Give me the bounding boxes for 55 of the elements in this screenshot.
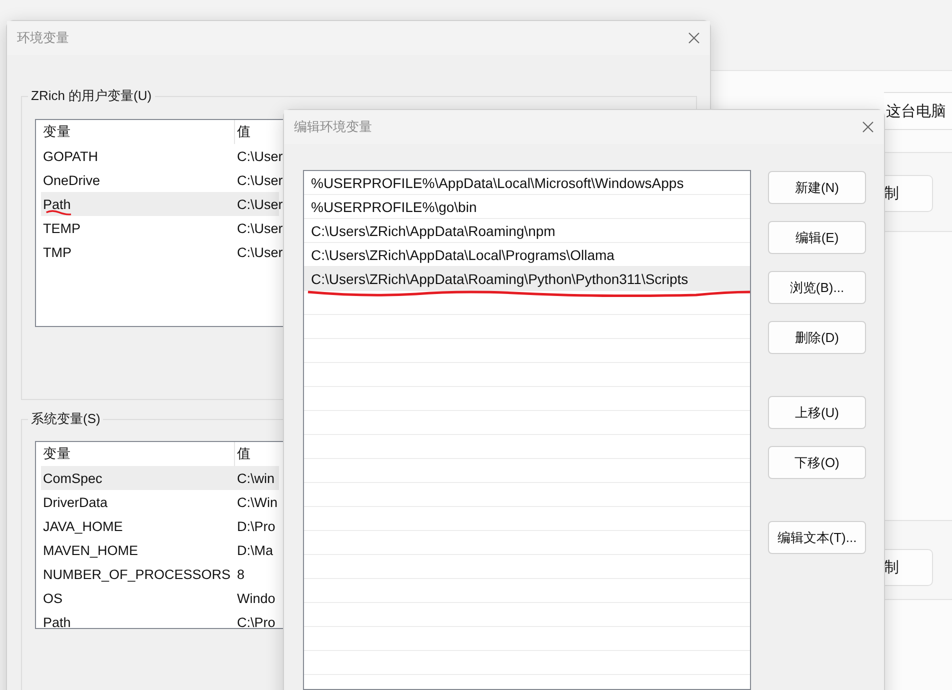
variable-name: TMP	[42, 244, 72, 260]
group-label: 系统变量(S)	[28, 410, 104, 428]
variable-value: D:\Ma	[236, 542, 274, 558]
column-header[interactable]: 值	[235, 442, 279, 466]
group-label: ZRich 的用户变量(U)	[28, 87, 155, 105]
variable-name: Path	[42, 614, 72, 628]
path-text: C:\Users\ZRich\AppData\Roaming\npm	[311, 222, 556, 238]
action-button[interactable]: 编辑文本(T)...	[768, 521, 866, 554]
variable-name: Path	[42, 196, 72, 212]
variable-value: C:\User	[236, 244, 283, 260]
variable-value: Windo	[236, 590, 276, 606]
variable-value: C:\User	[236, 148, 283, 164]
variable-name: NUMBER_OF_PROCESSORS	[42, 566, 232, 582]
window-title: 环境变量	[17, 29, 69, 47]
variable-row[interactable]: DriverData C:\Win	[41, 490, 279, 514]
variable-value: C:\Pro	[236, 614, 276, 628]
variable-row[interactable]: OS Windo	[41, 586, 279, 610]
column-header[interactable]: 值	[235, 120, 279, 144]
path-text: %USERPROFILE%\AppData\Local\Microsoft\WindowsApps	[311, 174, 684, 190]
variable-value: C:\Win	[236, 494, 278, 510]
variable-name: OneDrive	[42, 172, 102, 188]
action-button[interactable]: 新建(N)	[768, 171, 866, 204]
copy-button[interactable]: 制	[884, 549, 933, 586]
path-text: C:\Users\ZRich\AppData\Local\Programs\Ollama	[311, 246, 614, 262]
variable-value: 8	[236, 566, 246, 582]
window-title: 编辑环境变量	[294, 118, 372, 136]
path-text: %USERPROFILE%\go\bin	[311, 198, 477, 214]
variable-row[interactable]: ComSpec C:\win	[41, 466, 279, 490]
action-button[interactable]: 上移(U)	[768, 396, 866, 429]
column-header[interactable]: 变量	[41, 120, 235, 144]
variable-row[interactable]: MAVEN_HOME D:\Ma	[41, 538, 279, 562]
variable-name: OS	[42, 590, 64, 606]
path-text: C:\Users\ZRich\AppData\Roaming\Python\Python311\Scripts	[311, 270, 688, 286]
action-button[interactable]: 浏览(B)...	[768, 271, 866, 304]
variable-row[interactable]: NUMBER_OF_PROCESSORS 8	[41, 562, 279, 586]
variable-name: GOPATH	[42, 148, 100, 164]
close-icon[interactable]	[862, 121, 874, 133]
action-button[interactable]: 编辑(E)	[768, 221, 866, 254]
action-button[interactable]: 删除(D)	[768, 321, 866, 354]
variable-value: D:\Pro	[236, 518, 276, 534]
variable-name: TEMP	[42, 220, 82, 236]
variable-value: C:\User	[236, 220, 283, 236]
close-icon[interactable]	[688, 32, 700, 44]
variable-value: C:\User	[236, 172, 283, 188]
variable-name: MAVEN_HOME	[42, 542, 140, 558]
variable-row[interactable]: Path C:\Pro	[41, 610, 279, 628]
variable-name: JAVA_HOME	[42, 518, 124, 534]
variable-name: ComSpec	[42, 470, 104, 486]
variable-value: C:\win	[236, 470, 276, 486]
action-button[interactable]: 下移(O)	[768, 446, 866, 479]
path-entry[interactable]: C:\Users\ZRich\AppData\Roaming\Python\Python311\Scripts	[304, 267, 750, 291]
variable-row[interactable]: JAVA_HOME D:\Pro	[41, 514, 279, 538]
rename-button[interactable]: 这台电脑	[884, 92, 952, 130]
variable-name: DriverData	[42, 494, 109, 510]
copy-button[interactable]: 制	[884, 175, 933, 212]
